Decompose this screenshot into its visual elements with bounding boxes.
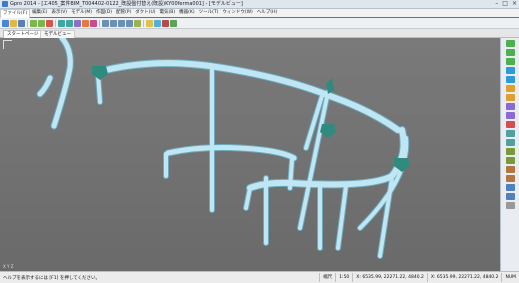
toolbar-separator: [55, 19, 56, 27]
shade-icon[interactable]: [505, 94, 515, 101]
menu-pipe[interactable]: 配管(P): [114, 9, 133, 17]
new-file-icon[interactable]: [2, 19, 9, 27]
pipe-segment: [288, 158, 294, 190]
menu-electric[interactable]: 電気(B): [158, 9, 178, 17]
camera-icon[interactable]: [505, 148, 515, 155]
pipe-segment: [95, 60, 401, 133]
window-title: Gpro 2014 - [エ405_案件BIM_T004402-0122_既設盤…: [10, 1, 243, 7]
document-tabs: スタートページ モデルビュー: [0, 29, 519, 39]
clip-icon[interactable]: [505, 103, 515, 110]
view-fit-icon[interactable]: [505, 76, 515, 83]
toolbar-separator: [99, 19, 100, 27]
menu-model[interactable]: モデル(M): [69, 9, 94, 17]
coordinate-readout: X: 6535.99, 22271.22, 4840.2: [352, 273, 427, 282]
menu-draw[interactable]: 作図(D): [94, 9, 114, 17]
layer-icon[interactable]: [134, 19, 141, 27]
annotate-icon[interactable]: [505, 175, 515, 182]
snap-icon[interactable]: [154, 19, 161, 27]
grid-icon[interactable]: [505, 130, 515, 137]
duct-tool-icon[interactable]: [74, 19, 81, 27]
section-icon[interactable]: [162, 19, 169, 27]
status-bar: ヘルプを表示するには [F1] を押してください。 縮尺 1:50 X: 653…: [0, 271, 519, 283]
status-message: ヘルプを表示するには [F1] を押してください。: [3, 275, 101, 281]
toolbar-separator: [143, 19, 144, 27]
menu-duct[interactable]: ダクト(U): [133, 9, 157, 17]
minimize-button[interactable]: –: [495, 0, 498, 8]
menu-equipment[interactable]: 機器(K): [177, 9, 196, 17]
app-icon: [2, 1, 8, 7]
measure-3d-icon[interactable]: [505, 166, 515, 173]
menu-bar: ファイル(F) 編集(E) 表示(V) モデル(M) 作図(D) 配管(P) ダ…: [0, 8, 519, 18]
rotate-icon[interactable]: [126, 19, 133, 27]
menu-view[interactable]: 表示(V): [49, 9, 69, 17]
redo-icon[interactable]: [38, 19, 45, 27]
pipe-segment: [37, 75, 53, 97]
delete-icon[interactable]: [46, 19, 53, 27]
model-viewport[interactable]: X Y Z: [0, 38, 500, 271]
layers-panel-icon[interactable]: [505, 193, 515, 200]
undo-icon[interactable]: [30, 19, 37, 27]
hide-icon[interactable]: [505, 112, 515, 119]
zoom-label: 縮尺: [319, 273, 335, 282]
settings-icon[interactable]: [505, 202, 515, 209]
walk-icon[interactable]: [505, 157, 515, 164]
menu-file[interactable]: ファイル(F): [0, 8, 31, 18]
view-front-icon[interactable]: [505, 49, 515, 56]
window-controls: – □ ×: [495, 0, 517, 8]
pipe-model-canvas[interactable]: [0, 38, 500, 271]
maximize-button[interactable]: □: [502, 0, 508, 8]
pan-icon[interactable]: [118, 19, 125, 27]
support-tool-icon[interactable]: [82, 19, 89, 27]
menu-help[interactable]: ヘルプ(H): [255, 9, 279, 17]
axis-caption: X Y Z: [3, 264, 14, 269]
main-toolbar: [0, 18, 519, 29]
view-top-icon[interactable]: [505, 40, 515, 47]
view-iso-icon[interactable]: [505, 67, 515, 74]
zoom-value: 1:50: [335, 273, 352, 282]
coordinate-readout-secondary: X: 6535.99, 22271.22, 4840.2: [426, 273, 502, 282]
light-icon[interactable]: [505, 139, 515, 146]
support-bracket: [92, 66, 108, 80]
pipe-tool-icon[interactable]: [58, 19, 65, 27]
check-icon[interactable]: [505, 121, 515, 128]
zoom-in-icon[interactable]: [102, 19, 109, 27]
support-brackets: [92, 66, 410, 172]
toolbar-separator: [27, 19, 28, 27]
wireframe-icon[interactable]: [505, 85, 515, 92]
title-bar: Gpro 2014 - [エ405_案件BIM_T004402-0122_既設盤…: [0, 0, 519, 9]
pipe-network: [36, 38, 410, 259]
zoom-out-icon[interactable]: [110, 19, 117, 27]
menu-tools[interactable]: ツール(T): [197, 9, 221, 17]
render-icon[interactable]: [170, 19, 177, 27]
elbow-tool-icon[interactable]: [66, 19, 73, 27]
properties-icon[interactable]: [505, 184, 515, 191]
right-tool-palette: [500, 38, 519, 273]
menu-edit[interactable]: 編集(E): [30, 9, 49, 17]
view-side-icon[interactable]: [505, 58, 515, 65]
select-icon[interactable]: [146, 19, 153, 27]
open-folder-icon[interactable]: [10, 19, 17, 27]
pipe-segment: [51, 38, 73, 129]
save-icon[interactable]: [18, 19, 25, 27]
close-button[interactable]: ×: [512, 0, 517, 8]
num-lock-indicator: NUM: [501, 273, 519, 282]
support-bracket: [320, 124, 336, 138]
measure-icon[interactable]: [90, 19, 97, 27]
menu-window[interactable]: ウィンドウ(W): [220, 9, 254, 17]
